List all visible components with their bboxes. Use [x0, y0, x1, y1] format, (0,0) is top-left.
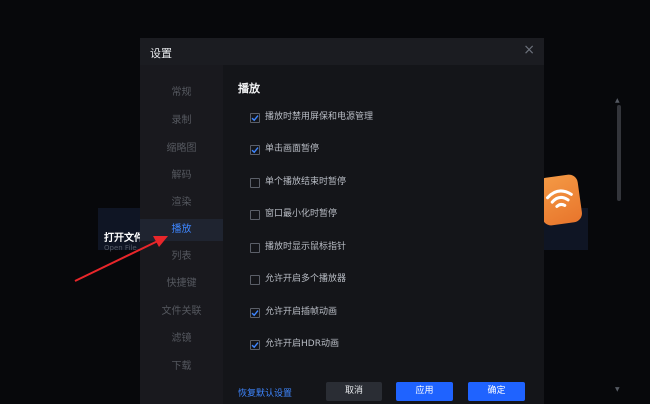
annotation-arrow-icon: [74, 236, 168, 282]
